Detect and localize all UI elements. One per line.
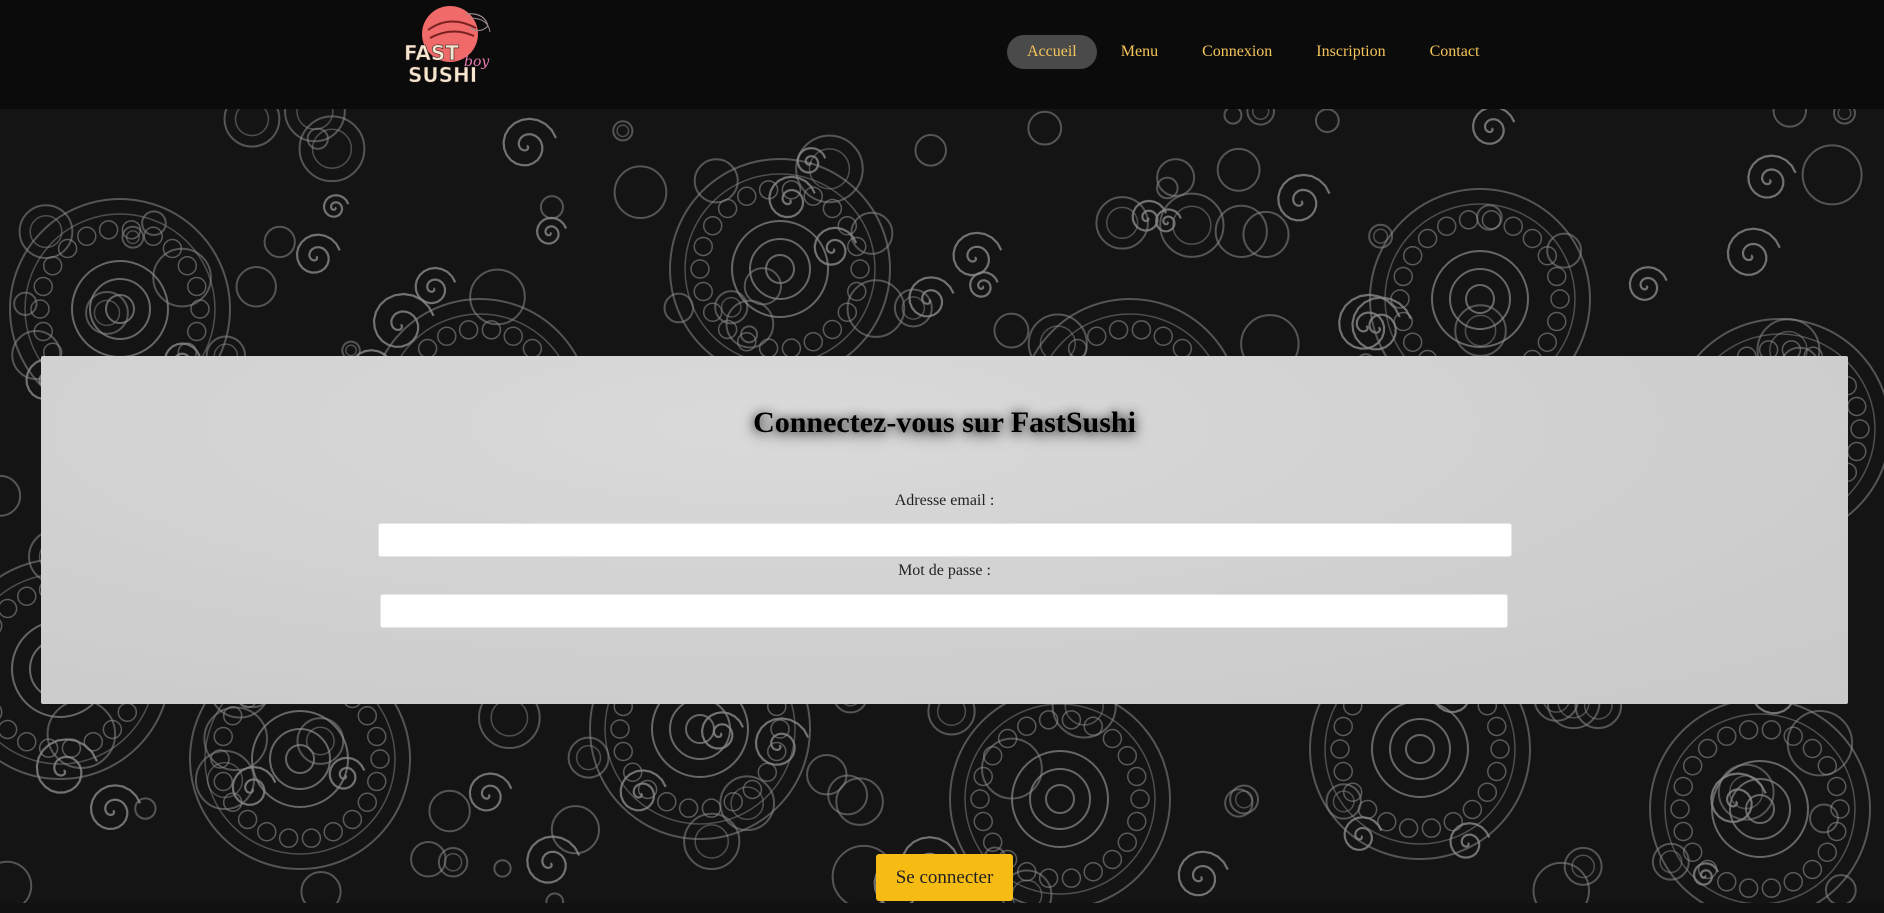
nav-item-menu[interactable]: Menu [1101,35,1178,69]
logo-text-fast: FAST [404,41,459,65]
nav-item-accueil[interactable]: Accueil [1007,35,1097,69]
nav-item-inscription[interactable]: Inscription [1296,35,1405,69]
sushi-logo-icon[interactable]: FAST SUSHI boy [400,4,496,86]
password-label: Mot de passe : [898,562,991,579]
logo-text-script: boy [464,54,490,70]
site-header: FAST SUSHI boy Accueil Menu Connexion In… [0,0,1884,109]
email-field[interactable] [378,523,1512,557]
page-title: Connectez-vous sur FastSushi [753,406,1136,439]
password-field[interactable] [380,594,1508,628]
main-nav: Accueil Menu Connexion Inscription Conta… [1007,35,1503,69]
nav-item-contact[interactable]: Contact [1410,35,1500,69]
login-card: Connectez-vous sur FastSushi Adresse ema… [41,356,1848,704]
footer-strip [0,903,1884,913]
nav-item-connexion[interactable]: Connexion [1182,35,1292,69]
email-label: Adresse email : [894,492,995,509]
login-submit-button[interactable]: Se connecter [876,854,1013,901]
